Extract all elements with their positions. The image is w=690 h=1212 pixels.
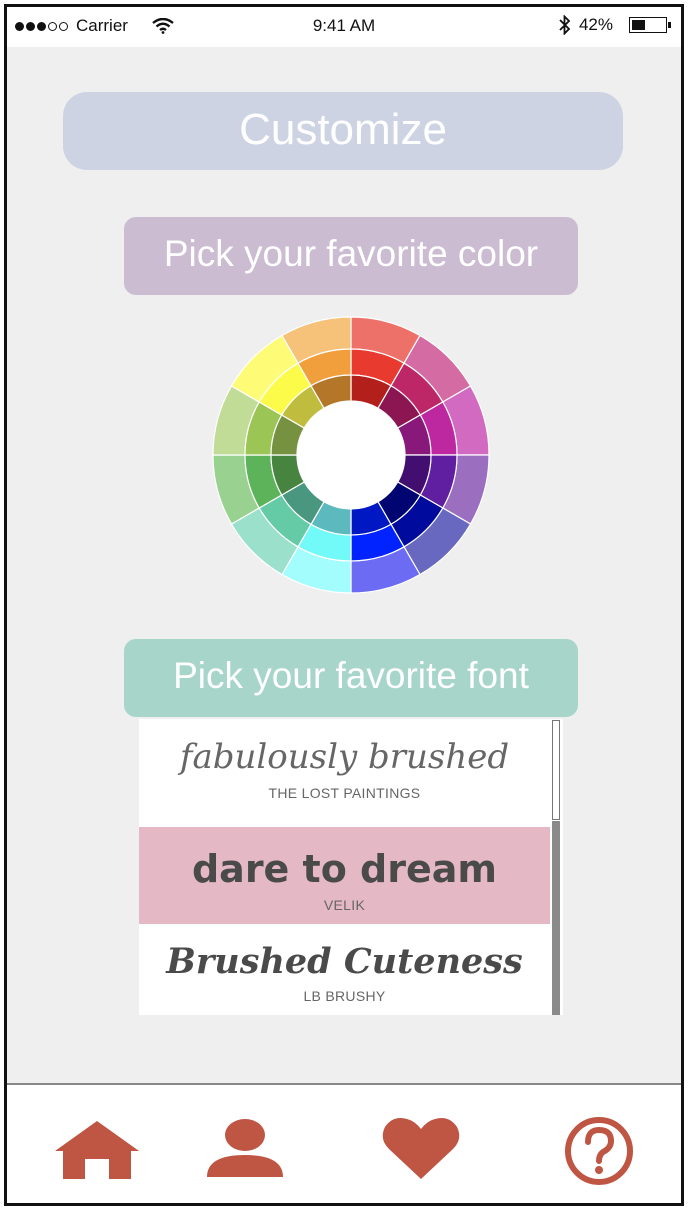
font-section-label: Pick your favorite font <box>124 639 578 717</box>
font-option-lost-paintings[interactable]: fabulously brushed THE LOST PAINTINGS <box>139 719 550 827</box>
tab-favorites[interactable] <box>375 1115 467 1185</box>
home-icon <box>55 1121 139 1179</box>
battery-icon <box>629 17 671 33</box>
font-name: VELIK <box>323 897 366 913</box>
status-right: 42% <box>559 15 671 35</box>
help-icon <box>565 1117 633 1185</box>
tab-home[interactable] <box>51 1115 143 1185</box>
font-sample: dare to dream <box>191 847 498 891</box>
font-name: LB BRUSHY <box>303 988 386 1004</box>
font-option-lb-brushy[interactable]: Brushed Cuteness LB BRUSHY <box>139 924 550 1015</box>
heart-icon <box>382 1118 460 1179</box>
color-wheel-center <box>297 401 405 509</box>
phone-screen: Carrier 9:41 AM 42% Customize Pick your … <box>4 4 684 1206</box>
font-name: THE LOST PAINTINGS <box>268 785 421 801</box>
color-section-label: Pick your favorite color <box>124 217 578 295</box>
font-list[interactable]: fabulously brushed THE LOST PAINTINGS da… <box>139 719 563 1015</box>
font-sample: Brushed Cuteness <box>166 941 523 982</box>
bluetooth-icon <box>559 15 571 35</box>
scroll-thumb[interactable] <box>552 821 560 1015</box>
tab-profile[interactable] <box>199 1115 291 1185</box>
battery-percent: 42% <box>578 15 613 34</box>
color-wheel[interactable] <box>211 315 491 595</box>
font-option-velik[interactable]: dare to dream VELIK <box>139 827 550 924</box>
page-title: Customize <box>63 92 623 170</box>
font-list-scrollbar[interactable] <box>550 719 563 1015</box>
profile-icon <box>207 1119 283 1177</box>
status-bar: Carrier 9:41 AM 42% <box>7 7 681 47</box>
font-sample: fabulously brushed <box>179 737 510 777</box>
tab-help[interactable] <box>553 1115 645 1185</box>
tab-bar <box>7 1083 681 1203</box>
